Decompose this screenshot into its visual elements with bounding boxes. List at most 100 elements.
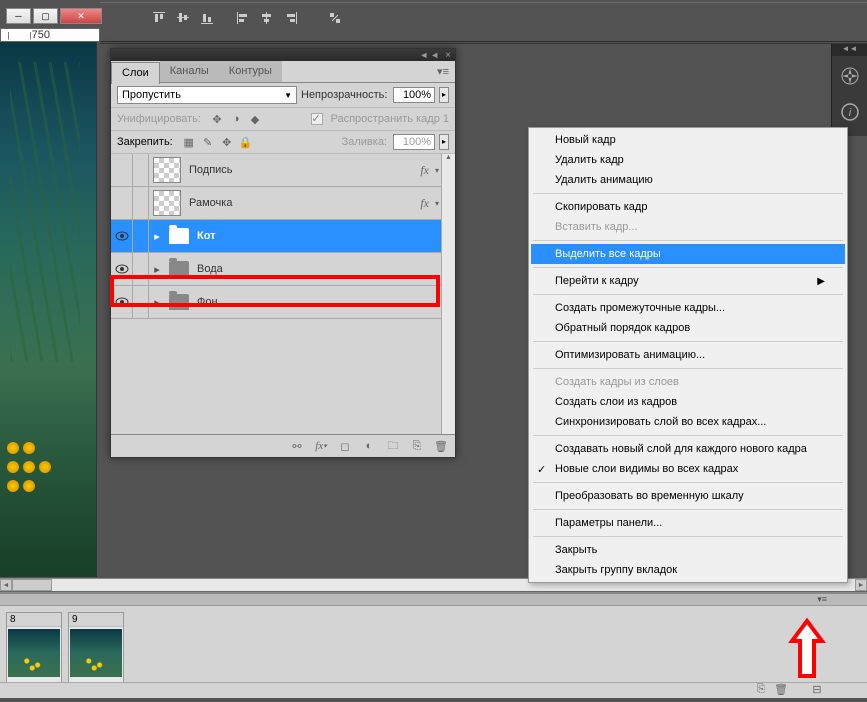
panel-menu-icon[interactable]: ▾≡: [431, 61, 455, 82]
layer-name-label[interactable]: Подпись: [185, 164, 420, 176]
menu-item[interactable]: Создать слои из кадров: [531, 392, 845, 412]
dock-collapse-icon[interactable]: ◄◄: [832, 44, 867, 56]
new-layer-icon[interactable]: ⎘: [409, 438, 425, 454]
menu-separator: [533, 368, 843, 369]
unify-row: Унифицировать: ✥ ◑ ◆ Распространить кадр…: [111, 108, 455, 131]
layer-mask-icon[interactable]: ◻: [337, 438, 353, 454]
menu-item[interactable]: Закрыть группу вкладок: [531, 560, 845, 580]
menu-item[interactable]: Удалить кадр: [531, 150, 845, 170]
menu-item[interactable]: Синхронизировать слой во всех кадрах...: [531, 412, 845, 432]
tab-layers[interactable]: Слои: [111, 62, 160, 84]
menu-item[interactable]: Выделить все кадры: [531, 244, 845, 264]
scroll-thumb[interactable]: [12, 579, 52, 591]
unify-style-icon[interactable]: ◆: [247, 111, 263, 127]
link-layers-icon[interactable]: ⚯: [289, 438, 305, 454]
visibility-toggle[interactable]: [111, 253, 133, 285]
lock-transparency-icon[interactable]: ▦: [181, 134, 197, 150]
timeline-menu-icon[interactable]: ▾≡: [777, 594, 867, 605]
layer-name-label[interactable]: Фон: [193, 296, 441, 308]
visibility-toggle[interactable]: [111, 286, 133, 318]
menu-item[interactable]: Обратный порядок кадров: [531, 318, 845, 338]
new-frame-icon[interactable]: ⎘: [751, 683, 771, 698]
align-hcenter-icon[interactable]: [256, 7, 278, 29]
menu-item[interactable]: Закрыть: [531, 540, 845, 560]
minimize-button[interactable]: ─: [6, 8, 31, 24]
animation-context-menu: Новый кадрУдалить кадрУдалить анимацию Ск…: [528, 127, 848, 583]
scroll-right-button[interactable]: ►: [855, 579, 867, 591]
propagate-checkbox[interactable]: [311, 113, 323, 125]
link-column: [133, 253, 149, 285]
layer-name-label[interactable]: Вода: [193, 263, 441, 275]
tab-channels[interactable]: Каналы: [160, 61, 219, 82]
menu-item[interactable]: Создать промежуточные кадры...: [531, 298, 845, 318]
expand-arrow-icon[interactable]: ▸: [149, 230, 165, 243]
navigator-icon[interactable]: [834, 60, 866, 92]
expand-arrow-icon[interactable]: ▸: [149, 263, 165, 276]
scroll-left-button[interactable]: ◄: [0, 579, 12, 591]
menu-separator: [533, 536, 843, 537]
unify-position-icon[interactable]: ✥: [209, 111, 225, 127]
menu-item[interactable]: Преобразовать во временную шкалу: [531, 486, 845, 506]
panel-titlebar[interactable]: ◄◄ ×: [111, 49, 455, 61]
layer-name-label[interactable]: Кот: [193, 230, 441, 242]
info-icon[interactable]: i: [834, 96, 866, 128]
layer-row[interactable]: Подписьfx ▾: [111, 154, 441, 187]
distribute-icon[interactable]: [324, 7, 346, 29]
opacity-input[interactable]: 100%: [393, 87, 435, 103]
layer-name-label[interactable]: Рамочка: [185, 197, 420, 209]
align-right-icon[interactable]: [280, 7, 302, 29]
menu-item[interactable]: Параметры панели...: [531, 513, 845, 533]
menu-item[interactable]: Удалить анимацию: [531, 170, 845, 190]
layer-scrollbar[interactable]: ▲: [441, 154, 455, 434]
layer-row[interactable]: ▸ Фон: [111, 286, 441, 319]
lock-position-icon[interactable]: ✥: [219, 134, 235, 150]
check-icon: ✓: [537, 463, 546, 476]
menu-item[interactable]: Новый кадр: [531, 130, 845, 150]
menu-item[interactable]: Скопировать кадр: [531, 197, 845, 217]
menu-item[interactable]: Оптимизировать анимацию...: [531, 345, 845, 365]
unify-label: Унифицировать:: [117, 113, 201, 125]
align-top-icon[interactable]: [148, 7, 170, 29]
delete-layer-icon[interactable]: 🗑: [433, 438, 449, 454]
layer-effects-expand-icon[interactable]: ▾: [435, 166, 439, 175]
layer-fx-icon[interactable]: fx▾: [313, 438, 329, 454]
close-button[interactable]: ✕: [60, 8, 102, 24]
layer-group-icon[interactable]: 🗀: [385, 438, 401, 454]
lock-pixels-icon[interactable]: ✎: [200, 134, 216, 150]
align-bottom-icon[interactable]: [196, 7, 218, 29]
canvas-content: [5, 440, 53, 497]
expand-arrow-icon[interactable]: ▸: [149, 296, 165, 309]
layer-row[interactable]: ▸ Кот: [111, 220, 441, 253]
layer-thumbnail[interactable]: [153, 157, 181, 183]
layer-effects-icon[interactable]: fx: [420, 163, 429, 178]
visibility-toggle[interactable]: [111, 154, 133, 186]
menu-item[interactable]: Новые слои видимы во всех кадрах✓: [531, 459, 845, 479]
layer-effects-expand-icon[interactable]: ▾: [435, 199, 439, 208]
opacity-slider-icon[interactable]: ▸: [439, 87, 449, 103]
image-canvas[interactable]: [0, 42, 97, 577]
align-vcenter-icon[interactable]: [172, 7, 194, 29]
align-left-icon[interactable]: [232, 7, 254, 29]
visibility-toggle[interactable]: [111, 220, 133, 252]
fill-slider-icon[interactable]: ▸: [439, 134, 449, 150]
fill-label: Заливка:: [342, 136, 387, 148]
menu-item[interactable]: Создавать новый слой для каждого нового …: [531, 439, 845, 459]
right-dock: ◄◄ i: [831, 44, 867, 136]
visibility-toggle[interactable]: [111, 187, 133, 219]
layer-row[interactable]: Рамочкаfx ▾: [111, 187, 441, 220]
layer-thumbnail[interactable]: [153, 190, 181, 216]
layer-effects-icon[interactable]: fx: [420, 196, 429, 211]
unify-visibility-icon[interactable]: ◑: [228, 111, 244, 127]
blend-mode-select[interactable]: Пропустить ▼: [117, 86, 297, 104]
adjustment-layer-icon[interactable]: ◐: [361, 438, 377, 454]
animation-timeline-panel: ▾≡ 80,1 сек.▼90,1 сек.▼ ⎘ 🗑 ⊟: [0, 592, 867, 698]
maximize-button[interactable]: ▢: [33, 8, 58, 24]
collapse-icon[interactable]: ◄◄: [419, 50, 441, 60]
tab-paths[interactable]: Контуры: [219, 61, 282, 82]
menu-item[interactable]: Перейти к кадру▶: [531, 271, 845, 291]
lock-all-icon[interactable]: 🔒: [238, 134, 254, 150]
panel-close-icon[interactable]: ×: [445, 50, 451, 61]
panel-tabs: Слои Каналы Контуры ▾≡: [111, 61, 455, 83]
fill-input[interactable]: 100%: [393, 134, 435, 150]
layer-row[interactable]: ▸ Вода: [111, 253, 441, 286]
